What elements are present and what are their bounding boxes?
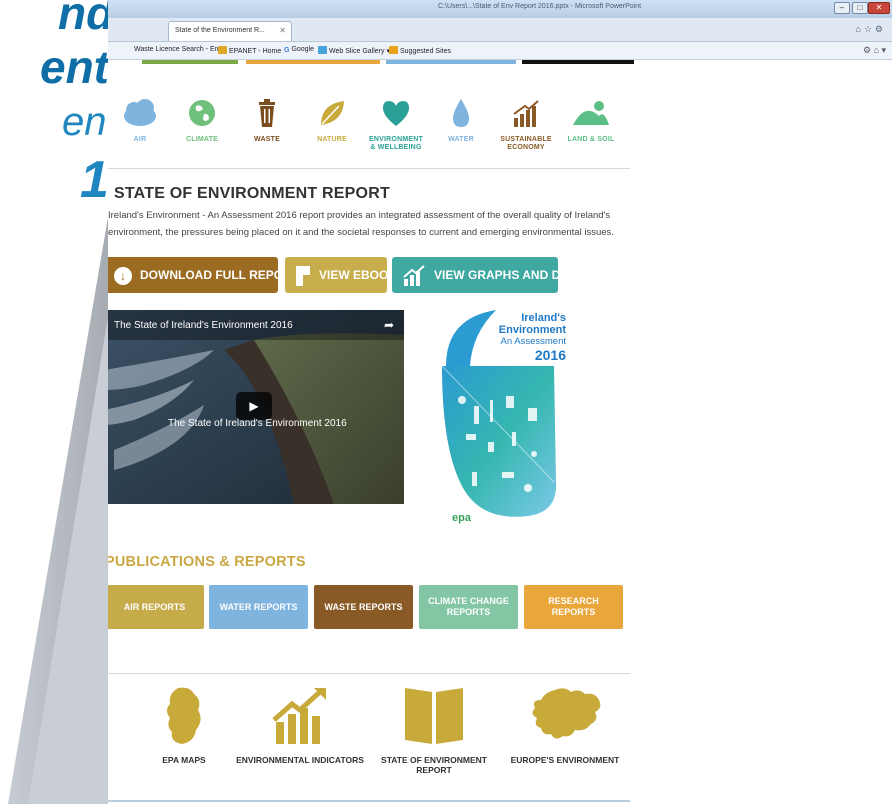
leaf-icon [321, 101, 344, 125]
resource-label: STATE OF ENVIRONMENT REPORT [381, 755, 487, 775]
category-sustainable-economy[interactable]: SUSTAINABLE ECONOMY [496, 98, 556, 152]
resource-environmental-indicators[interactable]: ENVIRONMENTAL INDICATORS [234, 686, 366, 765]
favorite-link-suggested-sites[interactable]: Suggested Sites [389, 46, 451, 55]
favorite-label: Suggested Sites [400, 48, 451, 55]
open-book-icon [405, 688, 463, 744]
view-graphs-and-data-button[interactable]: VIEW GRAPHS AND DATA [392, 257, 583, 293]
folder-icon [218, 46, 227, 54]
category-divider [108, 168, 630, 169]
home-star-gear-icons[interactable]: ⌂☆⚙ [855, 24, 886, 35]
favorites-bar: Waste Licence Search - En... EPANET - Ho… [108, 42, 892, 60]
epa-logo: epa [452, 512, 471, 524]
view-ebook-button[interactable]: VIEW EBOOK [285, 257, 397, 293]
browser-tab[interactable]: State of the Environment R... ✕ [168, 21, 292, 41]
resources-divider [108, 673, 630, 674]
web-page: AIR CLIMATE WASTE NATURE ENVIRONMENT & W… [108, 60, 892, 804]
category-label: AIR [133, 136, 147, 143]
climate-change-reports-button[interactable]: CLIMATE CHANGE REPORTS [419, 585, 518, 629]
close-window-button[interactable]: ✕ [868, 2, 890, 14]
favorite-link-waste-licence[interactable]: Waste Licence Search - En... [134, 46, 224, 53]
video-caption: The State of Ireland's Environment 2016 [168, 418, 347, 429]
resource-label: EPA MAPS [162, 755, 206, 765]
resource-label: EUROPE'S ENVIRONMENT [510, 755, 620, 765]
category-label: ENVIRONMENT & WELLBEING [369, 136, 423, 151]
growth-icon [513, 100, 539, 127]
air-reports-button[interactable]: AIR REPORTS [108, 585, 204, 629]
favorite-link-google[interactable]: G Google [284, 46, 314, 55]
tab-title: State of the Environment R... [175, 27, 265, 34]
download-label: DOWNLOAD FULL REPORT [140, 268, 300, 282]
category-label: WASTE [254, 136, 280, 143]
research-reports-button[interactable]: RESEARCH REPORTS [524, 585, 623, 629]
landscape-icon [573, 101, 609, 125]
water-reports-button[interactable]: WATER REPORTS [209, 585, 308, 629]
download-full-report-button[interactable]: ↓ DOWNLOAD FULL REPORT [108, 257, 299, 293]
category-label: CLIMATE [186, 136, 218, 143]
browser-window: C:\Users\...\State of Env Report 2016.pp… [108, 0, 892, 804]
drop-icon [453, 99, 469, 127]
globe-icon [189, 100, 215, 126]
category-label: WATER [448, 136, 474, 143]
category-waste[interactable]: WASTE [237, 98, 297, 144]
category-label: LAND & SOIL [567, 136, 615, 143]
top-color-strip [112, 60, 634, 64]
graph-icon [403, 265, 425, 286]
heart-icon [383, 101, 409, 126]
download-icon: ↓ [114, 266, 132, 285]
play-button[interactable]: ▶ [236, 392, 272, 420]
indicators-chart-icon [272, 688, 326, 744]
europe-map-icon [532, 688, 601, 739]
favorite-label: Waste Licence Search - En... [134, 46, 225, 53]
google-icon: G [284, 47, 290, 54]
video-title: The State of Ireland's Environment 2016 [114, 320, 293, 331]
category-air[interactable]: AIR [110, 98, 170, 144]
category-climate[interactable]: CLIMATE [172, 98, 232, 144]
footer-line [108, 800, 630, 802]
ebook-icon [296, 265, 310, 286]
web-slice-icon [318, 46, 327, 54]
title-bar: C:\Users\...\State of Env Report 2016.pp… [108, 0, 892, 18]
category-label: NATURE [317, 136, 347, 143]
cover-year: 2016 [534, 347, 566, 363]
slide-title-line-2: ent [40, 41, 109, 93]
share-icon[interactable]: ➦ [384, 318, 394, 332]
bin-icon [259, 99, 275, 127]
maximize-button[interactable]: □ [852, 2, 868, 14]
minimize-button[interactable]: – [834, 2, 850, 14]
favorite-link-web-slice-gallery[interactable]: Web Slice Gallery ▾ [318, 46, 390, 55]
ireland-map-icon [167, 687, 201, 744]
report-title: STATE OF ENVIRONMENT REPORT [114, 185, 390, 202]
category-environment-wellbeing[interactable]: ENVIRONMENT & WELLBEING [366, 98, 426, 152]
cover-title-line-2: Environment [498, 324, 566, 336]
category-land-soil[interactable]: LAND & SOIL [561, 98, 621, 144]
cover-subtitle: An Assessment [500, 336, 566, 347]
navigation-bar: State of the Environment R... ✕ ⌂☆⚙ [108, 18, 892, 42]
favorite-label: EPANET - Home [229, 48, 282, 55]
toolbar-right-icons[interactable]: ⚙ ⌂ ▾ [863, 45, 886, 56]
resource-epa-maps[interactable]: EPA MAPS [144, 686, 224, 765]
graphs-label: VIEW GRAPHS AND DATA [434, 268, 584, 282]
category-label: SUSTAINABLE ECONOMY [500, 136, 552, 151]
report-cover[interactable]: Ireland's Environment An Assessment 2016… [436, 304, 566, 544]
favorite-link-epanet[interactable]: EPANET - Home [218, 46, 281, 55]
publications-heading: PUBLICATIONS & REPORTS [108, 554, 306, 570]
category-nature[interactable]: NATURE [302, 98, 362, 144]
resource-state-of-environment-report[interactable]: STATE OF ENVIRONMENT REPORT [378, 686, 490, 775]
resource-label: ENVIRONMENTAL INDICATORS [236, 755, 364, 765]
category-water[interactable]: WATER [431, 98, 491, 144]
waste-reports-button[interactable]: WASTE REPORTS [314, 585, 413, 629]
cover-title-line-1: Ireland's [521, 312, 566, 324]
favorite-label: Web Slice Gallery [329, 48, 385, 55]
window-title: C:\Users\...\State of Env Report 2016.pp… [438, 3, 642, 10]
report-description: Ireland's Environment - An Assessment 20… [108, 210, 614, 238]
suggested-sites-icon [389, 46, 398, 54]
favorite-label: Google [291, 46, 315, 53]
ebook-label: VIEW EBOOK [319, 268, 398, 282]
video-player[interactable]: The State of Ireland's Environment 2016 … [108, 310, 404, 504]
resource-europes-environment[interactable]: EUROPE'S ENVIRONMENT [504, 686, 626, 765]
cloud-icon [124, 99, 156, 126]
tab-close-icon[interactable]: ✕ [279, 26, 286, 35]
